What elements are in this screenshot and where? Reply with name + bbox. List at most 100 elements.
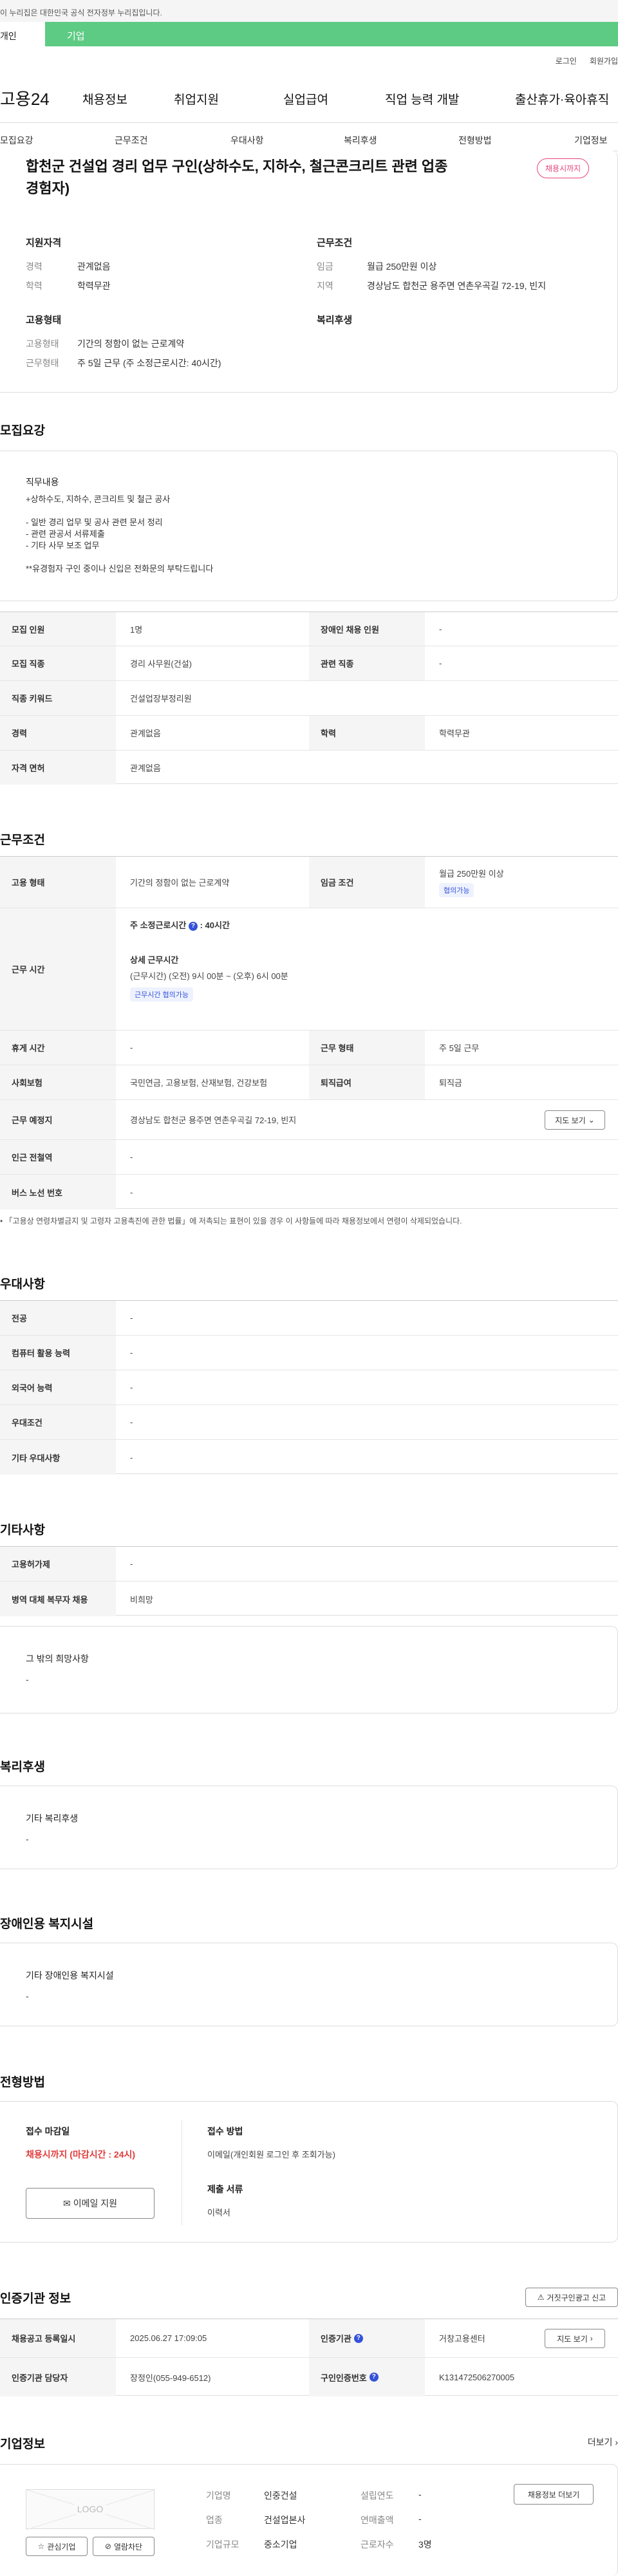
info-icon[interactable]: ? <box>353 2333 363 2343</box>
mail-icon: ✉ <box>62 2198 71 2208</box>
join-link[interactable]: 회원가입 <box>590 57 618 66</box>
gnb-item[interactable]: 취업지원 <box>174 90 219 107</box>
wage-label: 임금 <box>317 261 333 272</box>
favorite-button[interactable]: ☆ 관심기업 <box>26 2537 88 2556</box>
lnb-item[interactable]: 기업정보 <box>574 134 608 147</box>
table-cell: - <box>130 1383 133 1392</box>
gov-banner-text: 이 누리집은 대한민국 공식 전자정부 누리집입니다. <box>0 8 162 17</box>
login-link[interactable]: 로그인 <box>556 57 577 66</box>
table-header: 근무 시간 <box>0 908 116 1030</box>
table-cell: 비희망 <box>130 1594 153 1605</box>
table-cell: 거창고용센터 <box>439 2334 485 2344</box>
info-icon[interactable]: ? <box>188 921 198 931</box>
weekly-hours-value: : 40시간 <box>200 920 230 930</box>
table-header: 고용허가제 <box>0 1547 116 1581</box>
deadline-label: 접수 마감일 <box>26 2126 70 2136</box>
table-cell: 경상남도 합천군 용주면 연촌우곡길 72-19, 빈지 <box>130 1115 297 1125</box>
lnb-item[interactable]: 모집요강 <box>0 134 33 147</box>
table-cell: - <box>130 1348 133 1358</box>
table-cell: - <box>130 1559 133 1569</box>
block-icon: ⊘ <box>104 2542 111 2551</box>
table-cell: K131472506270005 <box>439 2372 515 2382</box>
table-cell: 퇴직금 <box>439 1078 462 1088</box>
table-cell: 주 5일 근무 <box>439 1043 480 1053</box>
age-note-text: 「고용상 연령차별금지 및 고령자 고용촉진에 관한 법률」에 저촉되는 표현이… <box>5 1217 462 1226</box>
job-desc-box: 직무내용 +상하수도, 지하수, 콘크리트 및 철근 공사 - 일반 경리 업무… <box>0 451 618 601</box>
table-row: 근무 예정지 경상남도 합천군 용주면 연촌우곡길 72-19, 빈지 지도 보… <box>0 1100 618 1140</box>
info-icon[interactable]: ? <box>369 2373 379 2382</box>
disabled-box-value: - <box>26 1991 29 2001</box>
table-header: 장애인 채용 인원 <box>309 612 425 646</box>
lnb-item[interactable]: 근무조건 <box>115 134 148 147</box>
info-label: 근로자수 <box>360 2539 394 2550</box>
desc-line <box>26 505 213 517</box>
table-cell: 국민연금, 고용보험, 산재보험, 건강보험 <box>130 1078 268 1088</box>
table-row: 전공 - <box>0 1301 618 1336</box>
worktype-value: 주 5일 근무 (주 소정근로시간: 40시간) <box>77 358 221 368</box>
chevron-right-icon: › <box>615 2437 618 2447</box>
recruit-table: 모집 인원 1명 장애인 채용 인원 - 모집 직종 경리 사무원(건설) 관련… <box>0 611 618 785</box>
gnb-item[interactable]: 채용정보 <box>82 90 127 107</box>
work-section-title: 근무조건 <box>0 834 45 847</box>
tab-company[interactable]: 기업 <box>67 29 85 42</box>
table-row: 모집 직종 경리 사무원(건설) 관련 직종 - <box>0 646 618 681</box>
table-row: 인증기관 담당자 장정인(055-949-6512) 구인인증번호? K1314… <box>0 2358 618 2396</box>
tab-personal[interactable]: 개인 <box>0 22 45 46</box>
pref-table: 전공 - 컴퓨터 활용 능력 - 외국어 능력 - 우대조건 - 기타 우대사항 - <box>0 1300 618 1475</box>
lnb-item[interactable]: 복리후생 <box>344 134 377 147</box>
job-desc-text: +상하수도, 지하수, 콘크리트 및 철근 공사 - 일반 경리 업무 및 공사… <box>26 494 213 575</box>
site-logo[interactable]: 고용24 <box>0 86 50 110</box>
info-value: - <box>418 2514 422 2524</box>
info-value: 인중건설 <box>264 2490 297 2501</box>
block-button[interactable]: ⊘ 열람차단 <box>93 2537 154 2556</box>
gnb-item[interactable]: 출산휴가·육아휴직 <box>515 90 609 107</box>
table-cell: 관계없음 <box>130 729 161 738</box>
gnb-item[interactable]: 실업급여 <box>283 90 328 107</box>
table-header: 인증기관? <box>309 2319 425 2357</box>
table-header: 고용 형태 <box>0 857 116 908</box>
job-title-line1: 합천군 건설업 경리 업무 구인(상하수도, 지하수, 철근콘크리트 관련 업종 <box>26 158 448 174</box>
disabled-section-title: 장애인용 복지시설 <box>0 1918 94 1931</box>
table-header: 퇴직급여 <box>309 1065 425 1099</box>
emp-title: 고용형태 <box>26 315 62 326</box>
agency-map-button[interactable]: 지도 보기 › <box>545 2329 605 2348</box>
lnb-item[interactable]: 우대사항 <box>230 134 264 147</box>
weekly-hours: 주 소정근로시간 ? : 40시간 <box>130 919 230 931</box>
email-apply-button[interactable]: ✉ 이메일 지원 <box>26 2188 154 2219</box>
lnb-item[interactable]: 전형방법 <box>458 134 492 147</box>
table-header: 모집 직종 <box>0 646 116 680</box>
welfare-box-value: - <box>26 1834 29 1844</box>
qualify-title: 지원자격 <box>26 238 62 248</box>
company-jobs-button[interactable]: 채용정보 더보기 <box>514 2484 594 2505</box>
info-label: 연매출액 <box>360 2515 394 2525</box>
worktype-label: 근무형태 <box>26 358 59 368</box>
table-header: 관련 직종 <box>309 646 425 680</box>
job-summary-card: 합천군 건설업 경리 업무 구인(상하수도, 지하수, 철근콘크리트 관련 업종… <box>0 151 618 393</box>
table-cell: - <box>130 1043 133 1052</box>
desc-line: +상하수도, 지하수, 콘크리트 및 철근 공사 <box>26 494 171 504</box>
util-menu: 로그인 회원가입 <box>543 55 618 66</box>
table-header: 병역 대체 복무자 채용 <box>0 1582 116 1616</box>
company-more-link[interactable]: 더보기 › <box>588 2436 618 2449</box>
report-button[interactable]: ⚠ 거짓구인광고 신고 <box>525 2288 618 2307</box>
company-section-title: 기업정보 <box>0 2438 45 2451</box>
other-wish-box: 그 밖의 희망사항 - <box>0 1626 618 1713</box>
welfare-box: 기타 복리후생 - <box>0 1786 618 1869</box>
table-cell: - <box>130 1452 133 1462</box>
welfare-title: 복리후생 <box>317 315 353 326</box>
wage-value: 월급 250만원 이상 <box>367 261 437 272</box>
table-header: 인증기관 담당자 <box>0 2358 116 2396</box>
org-label: 인증기관 <box>321 2334 351 2344</box>
agency-section-title: 인증기관 정보 <box>0 2292 71 2306</box>
area-value: 경상남도 합천군 용주면 연촌우곡길 72-19, 빈지 <box>367 281 547 291</box>
gnb-item[interactable]: 직업 능력 개발 <box>385 90 459 107</box>
emptype-label: 고용형태 <box>26 339 59 349</box>
map-button[interactable]: 지도 보기 ⌄ <box>545 1110 605 1130</box>
table-cell: 2025.06.27 17:09:05 <box>130 2333 207 2343</box>
deadline-badge: 채용시까지 <box>537 158 590 178</box>
info-value: 중소기업 <box>264 2539 297 2550</box>
divider <box>0 122 618 123</box>
welfare-section-title: 복리후생 <box>0 1760 45 1774</box>
chevron-right-icon: › <box>590 2334 593 2343</box>
work-table: 고용 형태 기간의 정함이 없는 근로계약 임금 조건 월급 250만원 이상 … <box>0 856 618 1209</box>
